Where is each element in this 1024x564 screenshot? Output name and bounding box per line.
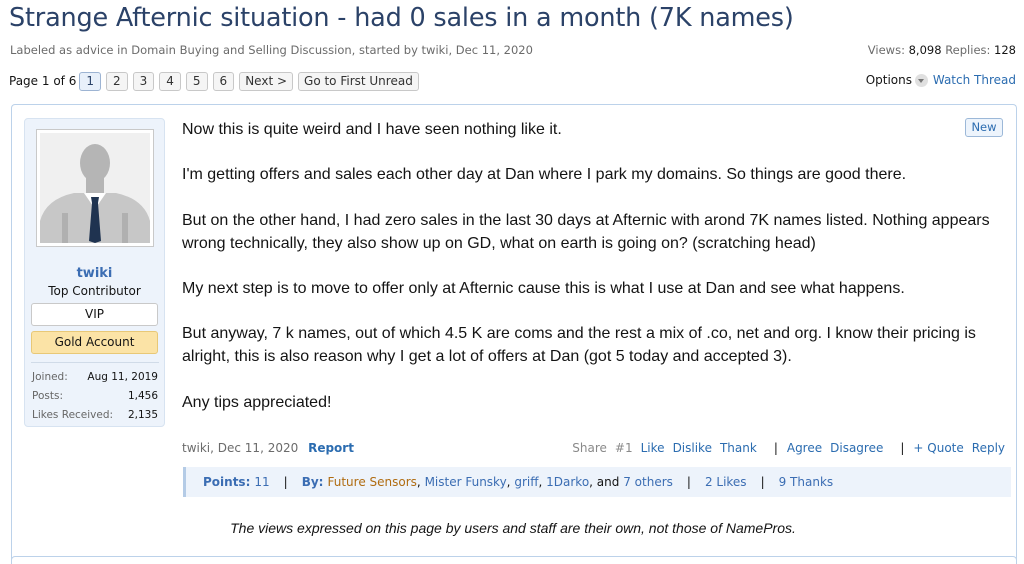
joined-label: Joined:: [32, 371, 68, 383]
posts-value[interactable]: 1,456: [128, 390, 158, 402]
posts-label: Posts:: [32, 390, 63, 402]
post-paragraph: But on the other hand, I had zero sales …: [182, 212, 990, 252]
vip-badge: VIP: [31, 303, 158, 326]
thread-meta: Labeled as advice in Domain Buying and S…: [10, 43, 533, 57]
page-link-4[interactable]: 4: [159, 71, 181, 91]
agree-button[interactable]: Agree: [787, 441, 822, 455]
reactions-separator: |: [760, 475, 765, 489]
others-link[interactable]: 7 others: [623, 475, 673, 489]
dislike-button[interactable]: Dislike: [673, 441, 712, 455]
points-value[interactable]: 11: [254, 475, 269, 489]
page-navigation: Page 1 of 6 1 2 3 4 5 6 Next > Go to Fir…: [9, 71, 424, 91]
author-posts-row: Posts: 1,456: [32, 390, 158, 402]
thread-title: Strange Afternic situation - had 0 sales…: [9, 3, 794, 33]
disagree-button[interactable]: Disagree: [830, 441, 883, 455]
points-label: Points:: [203, 475, 251, 489]
author-title: Top Contributor: [48, 284, 141, 298]
disclaimer-text: The views expressed on this page by user…: [230, 520, 796, 536]
likes-received-value: 2,135: [127, 409, 158, 421]
page-link-5[interactable]: 5: [185, 71, 208, 91]
page-count-label: Page 1 of 6: [9, 74, 77, 88]
reactor-comma: ,: [538, 475, 543, 489]
post-author-date[interactable]: twiki, Dec 11, 2020: [182, 441, 298, 455]
default-avatar-icon: [40, 133, 150, 243]
reactor-comma: ,: [506, 475, 511, 489]
joined-value: Aug 11, 2019: [87, 371, 158, 383]
next-page-button[interactable]: Next >: [239, 71, 294, 91]
next-post-container: [11, 556, 1017, 564]
replies-label: Replies:: [945, 43, 991, 57]
views-count: 8,098: [908, 43, 942, 57]
reply-button[interactable]: Reply: [972, 441, 1005, 455]
page-link-2[interactable]: 2: [105, 71, 128, 91]
reactor-comma: ,: [416, 475, 421, 489]
post-paragraph: But anyway, 7 k names, out of which 4.5 …: [182, 325, 976, 365]
post-number[interactable]: #1: [615, 441, 633, 455]
thread-stats: Views: 8,098 Replies: 128: [868, 43, 1016, 57]
watch-thread-link[interactable]: Watch Thread: [933, 73, 1016, 87]
page-link-6[interactable]: 6: [212, 71, 235, 91]
post-paragraph: My next step is to move to offer only at…: [182, 280, 905, 297]
chevron-down-icon: [915, 73, 928, 87]
reactor-name[interactable]: griff: [514, 475, 538, 489]
views-label: Views:: [867, 43, 905, 57]
page-link-3[interactable]: 3: [132, 71, 155, 91]
author-joined-row: Joined: Aug 11, 2019: [32, 371, 158, 383]
thanks-count-link[interactable]: 9 Thanks: [779, 475, 834, 489]
reactor-name[interactable]: 1Darko: [546, 475, 589, 489]
thank-button[interactable]: Thank: [720, 441, 757, 455]
post-paragraph: Now this is quite weird and I have seen …: [182, 121, 562, 138]
reactions-separator: |: [283, 475, 288, 489]
author-username[interactable]: twiki: [25, 266, 164, 281]
avatar[interactable]: [36, 129, 154, 247]
gold-account-badge: Gold Account: [31, 331, 158, 354]
by-label: By:: [301, 475, 324, 489]
reactions-separator: |: [686, 475, 691, 489]
options-label: Options: [865, 73, 912, 87]
author-likes-row: Likes Received: 2,135: [32, 409, 158, 421]
likes-received-label: Likes Received:: [32, 409, 114, 421]
first-unread-button[interactable]: Go to First Unread: [298, 71, 419, 91]
and-text: , and: [589, 475, 620, 489]
sidebar-divider: [31, 362, 159, 363]
share-link[interactable]: Share: [572, 441, 607, 455]
post-paragraph: Any tips appreciated!: [182, 394, 332, 411]
like-button[interactable]: Like: [641, 441, 665, 455]
action-separator: |: [773, 441, 778, 455]
report-link[interactable]: Report: [308, 441, 354, 455]
post-footer-meta: twiki, Dec 11, 2020 Report: [182, 441, 354, 455]
reactor-name[interactable]: Future Sensors: [327, 475, 416, 489]
replies-count: 128: [994, 43, 1016, 57]
post-paragraph: I'm getting offers and sales each other …: [182, 166, 907, 183]
author-sidebar: twiki Top Contributor VIP Gold Account J…: [24, 118, 165, 427]
likes-count-link[interactable]: 2 Likes: [705, 475, 747, 489]
reactor-name[interactable]: Mister Funsky: [425, 475, 507, 489]
quote-button[interactable]: + Quote: [913, 441, 963, 455]
reactions-summary: Points: 11 | By: Future Sensors, Mister …: [183, 467, 1011, 497]
options-menu[interactable]: Options: [866, 73, 928, 87]
post-actions: Share #1 Like Dislike Thank | Agree Disa…: [572, 441, 1005, 455]
page-link-1[interactable]: 1: [79, 71, 101, 91]
action-separator: |: [900, 441, 905, 455]
